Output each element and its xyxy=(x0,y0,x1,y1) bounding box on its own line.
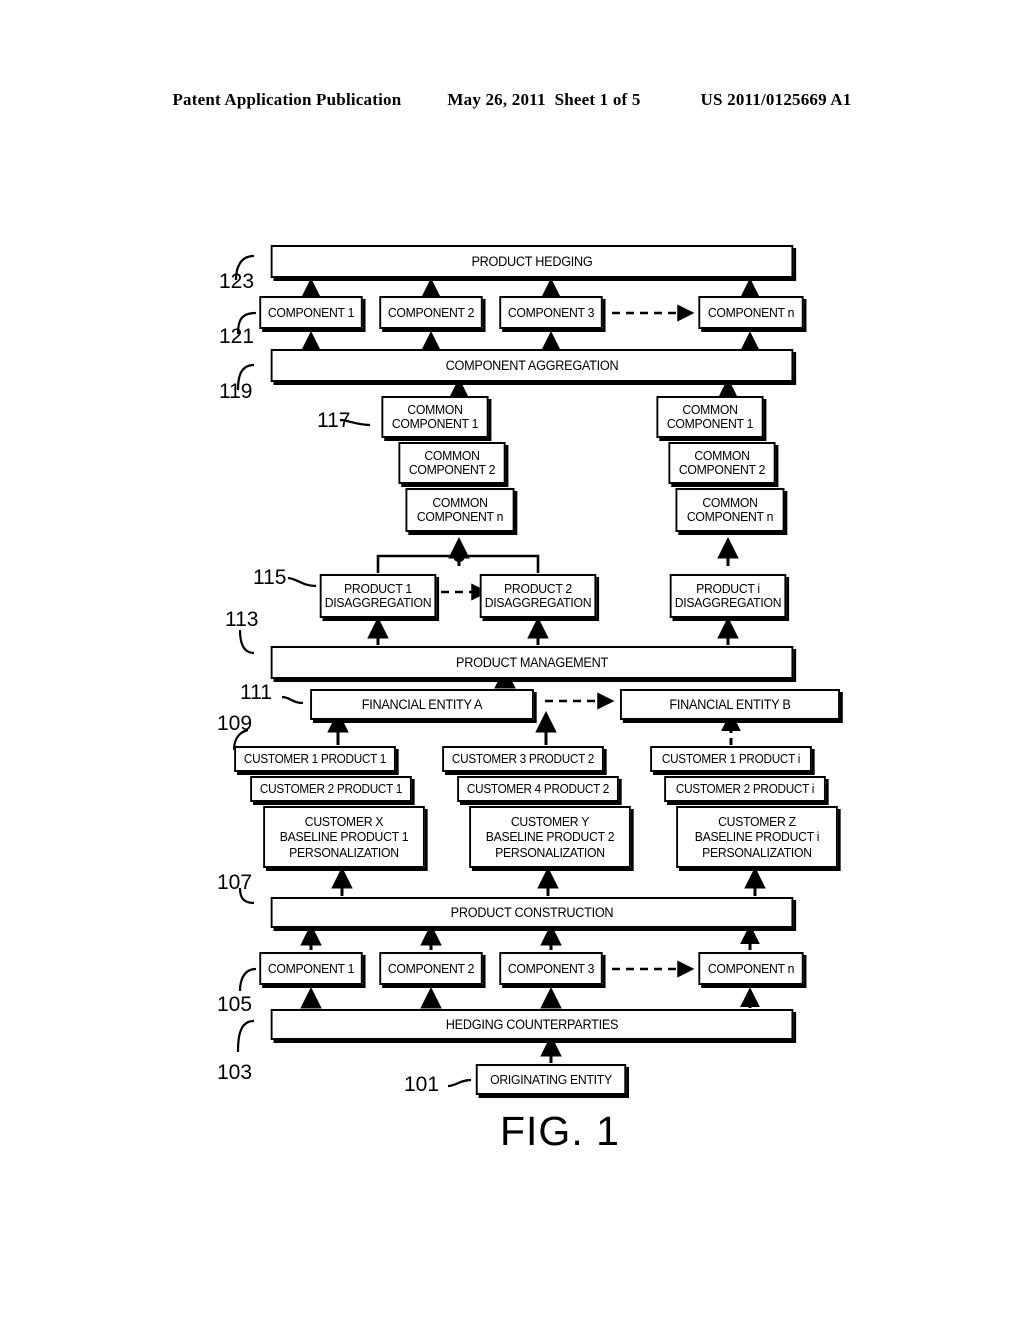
customer-2-product-1-box[interactable]: CUSTOMER 2 PRODUCT 1 xyxy=(250,776,412,802)
common-component-1-label-right: COMMON COMPONENT 1 xyxy=(666,402,754,431)
bottom-component-1-label: COMPONENT 1 xyxy=(267,960,355,976)
common-component-2-label-left: COMMON COMPONENT 2 xyxy=(408,448,496,477)
customer-1-product-1-label: CUSTOMER 1 PRODUCT 1 xyxy=(243,751,387,766)
product-construction-label: PRODUCT CONSTRUCTION xyxy=(450,904,614,920)
common-component-2-box-right[interactable]: COMMON COMPONENT 2 xyxy=(668,442,776,484)
bottom-component-3-box[interactable]: COMPONENT 3 xyxy=(499,952,603,985)
product-management-box[interactable]: PRODUCT MANAGEMENT xyxy=(270,646,794,679)
bottom-component-3-label: COMPONENT 3 xyxy=(507,960,595,976)
reference-numeral-119: 119 xyxy=(219,380,253,403)
bottom-component-n-label: COMPONENT n xyxy=(707,960,795,976)
top-component-3-box[interactable]: COMPONENT 3 xyxy=(499,296,603,329)
financial-entity-a-label: FINANCIAL ENTITY A xyxy=(361,696,483,712)
reference-numeral-115: 115 xyxy=(253,566,287,589)
reference-numeral-101: 101 xyxy=(404,1073,440,1096)
product-2-disaggregation-label: PRODUCT 2 DISAGGREGATION xyxy=(484,581,592,610)
top-component-n-box[interactable]: COMPONENT n xyxy=(698,296,804,329)
reference-numeral-117: 117 xyxy=(317,409,351,432)
customer-2-product-i-label: CUSTOMER 2 PRODUCT i xyxy=(675,781,815,796)
bottom-component-n-box[interactable]: COMPONENT n xyxy=(698,952,804,985)
hedging-counterparties-label: HEDGING COUNTERPARTIES xyxy=(445,1016,619,1032)
reference-numeral-123: 123 xyxy=(219,270,255,293)
reference-numeral-111: 111 xyxy=(240,681,272,704)
product-i-disaggregation-box[interactable]: PRODUCT i DISAGGREGATION xyxy=(669,574,787,618)
junction-dot xyxy=(453,550,465,562)
reference-numeral-105: 105 xyxy=(217,993,253,1016)
product-1-disaggregation-label: PRODUCT 1 DISAGGREGATION xyxy=(324,581,432,610)
customer-y-baseline-product-2-label: CUSTOMER Y BASELINE PRODUCT 2 PERSONALIZ… xyxy=(485,814,615,860)
top-component-n-label: COMPONENT n xyxy=(707,304,795,320)
component-aggregation-box[interactable]: COMPONENT AGGREGATION xyxy=(270,349,794,382)
customer-2-product-i-box[interactable]: CUSTOMER 2 PRODUCT i xyxy=(664,776,826,802)
common-component-n-label-left: COMMON COMPONENT n xyxy=(416,495,504,524)
customer-z-baseline-product-i-box[interactable]: CUSTOMER Z BASELINE PRODUCT i PERSONALIZ… xyxy=(676,806,838,868)
hedging-counterparties-box[interactable]: HEDGING COUNTERPARTIES xyxy=(270,1009,794,1040)
reference-numeral-107: 107 xyxy=(217,871,253,894)
financial-entity-b-label: FINANCIAL ENTITY B xyxy=(669,696,791,712)
financial-entity-b-box[interactable]: FINANCIAL ENTITY B xyxy=(620,689,840,720)
product-i-disaggregation-label: PRODUCT i DISAGGREGATION xyxy=(674,581,782,610)
customer-x-baseline-product-1-box[interactable]: CUSTOMER X BASELINE PRODUCT 1 PERSONALIZ… xyxy=(263,806,425,868)
figure-label: FIG. 1 xyxy=(500,1108,620,1154)
common-component-1-label-left: COMMON COMPONENT 1 xyxy=(391,402,479,431)
common-component-n-box-left[interactable]: COMMON COMPONENT n xyxy=(405,488,515,532)
financial-entity-a-box[interactable]: FINANCIAL ENTITY A xyxy=(310,689,534,720)
reference-numeral-109: 109 xyxy=(217,712,253,735)
common-component-1-box-right[interactable]: COMMON COMPONENT 1 xyxy=(656,396,764,438)
customer-3-product-2-label: CUSTOMER 3 PRODUCT 2 xyxy=(451,751,595,766)
top-component-3-label: COMPONENT 3 xyxy=(507,304,595,320)
top-component-1-label: COMPONENT 1 xyxy=(267,304,355,320)
common-component-2-label-right: COMMON COMPONENT 2 xyxy=(678,448,766,477)
customer-4-product-2-box[interactable]: CUSTOMER 4 PRODUCT 2 xyxy=(457,776,619,802)
customer-1-product-i-label: CUSTOMER 1 PRODUCT i xyxy=(661,751,801,766)
common-component-n-box-right[interactable]: COMMON COMPONENT n xyxy=(675,488,785,532)
top-component-1-box[interactable]: COMPONENT 1 xyxy=(259,296,363,329)
customer-1-product-i-box[interactable]: CUSTOMER 1 PRODUCT i xyxy=(650,746,812,772)
customer-1-product-1-box[interactable]: CUSTOMER 1 PRODUCT 1 xyxy=(234,746,396,772)
top-component-2-label: COMPONENT 2 xyxy=(387,304,475,320)
common-component-n-label-right: COMMON COMPONENT n xyxy=(686,495,774,524)
customer-z-baseline-product-i-label: CUSTOMER Z BASELINE PRODUCT i PERSONALIZ… xyxy=(694,814,820,860)
figure-1-diagram: PRODUCT HEDGING COMPONENT 1 COMPONENT 2 … xyxy=(0,0,1024,1320)
top-component-2-box[interactable]: COMPONENT 2 xyxy=(379,296,483,329)
reference-numeral-103: 103 xyxy=(217,1061,253,1084)
product-hedging-box[interactable]: PRODUCT HEDGING xyxy=(270,245,794,278)
product-construction-box[interactable]: PRODUCT CONSTRUCTION xyxy=(270,897,794,928)
customer-y-baseline-product-2-box[interactable]: CUSTOMER Y BASELINE PRODUCT 2 PERSONALIZ… xyxy=(469,806,631,868)
bottom-component-1-box[interactable]: COMPONENT 1 xyxy=(259,952,363,985)
product-hedging-label: PRODUCT HEDGING xyxy=(471,253,593,269)
customer-x-baseline-product-1-label: CUSTOMER X BASELINE PRODUCT 1 PERSONALIZ… xyxy=(279,814,409,860)
bottom-component-2-label: COMPONENT 2 xyxy=(387,960,475,976)
customer-3-product-2-box[interactable]: CUSTOMER 3 PRODUCT 2 xyxy=(442,746,604,772)
bottom-component-2-box[interactable]: COMPONENT 2 xyxy=(379,952,483,985)
common-component-2-box-left[interactable]: COMMON COMPONENT 2 xyxy=(398,442,506,484)
reference-numeral-113: 113 xyxy=(225,608,259,631)
component-aggregation-label: COMPONENT AGGREGATION xyxy=(445,357,619,373)
originating-entity-label: ORIGINATING ENTITY xyxy=(490,1071,612,1087)
customer-4-product-2-label: CUSTOMER 4 PRODUCT 2 xyxy=(466,781,610,796)
product-2-disaggregation-box[interactable]: PRODUCT 2 DISAGGREGATION xyxy=(479,574,597,618)
product-1-disaggregation-box[interactable]: PRODUCT 1 DISAGGREGATION xyxy=(319,574,437,618)
customer-2-product-1-label: CUSTOMER 2 PRODUCT 1 xyxy=(259,781,403,796)
reference-numeral-121: 121 xyxy=(219,325,255,348)
product-management-label: PRODUCT MANAGEMENT xyxy=(456,654,608,670)
common-component-1-box-left[interactable]: COMMON COMPONENT 1 xyxy=(381,396,489,438)
originating-entity-box[interactable]: ORIGINATING ENTITY xyxy=(475,1064,627,1095)
